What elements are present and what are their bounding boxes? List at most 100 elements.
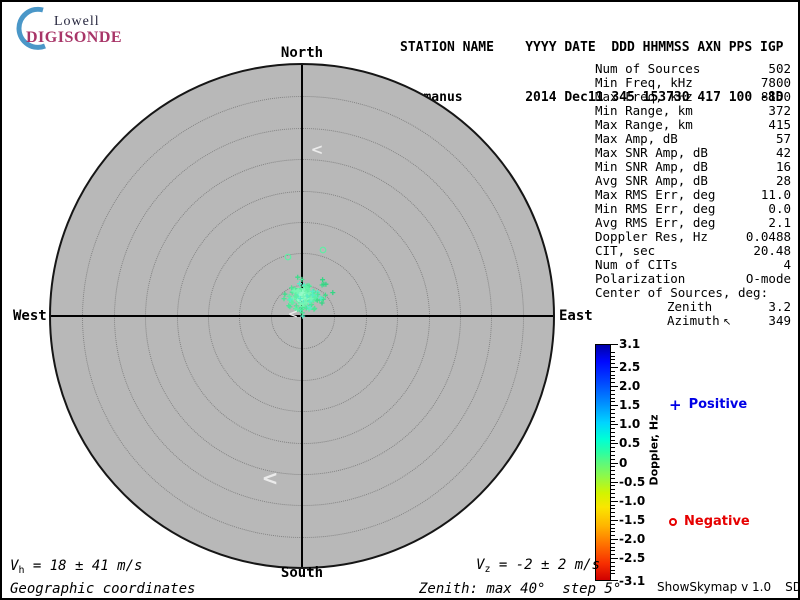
colorbar-minor-tick: [611, 351, 615, 353]
stats-row: Min SNR Amp, dB 16: [595, 160, 791, 174]
colorbar-minor-tick: [611, 420, 615, 422]
program-name: ShowSkymap v 1.0: [657, 580, 772, 594]
stats-row: Doppler Res, Hz 0.0488: [595, 230, 791, 244]
stat-label: Avg SNR Amp, dB: [595, 173, 708, 188]
colorbar-tick: [611, 405, 618, 407]
stat-label: Avg RMS Err, deg: [595, 215, 716, 230]
colorbar-tick-label: -2.0: [619, 532, 646, 546]
stats-row: Azimuth ↖ 349: [595, 314, 791, 330]
chevron-mark-icon: <: [310, 140, 324, 159]
stats-row: Zenith 3.2: [595, 300, 791, 314]
colorbar-minor-tick: [611, 428, 615, 430]
stat-label: Max Amp, dB: [595, 131, 678, 146]
colorbar-tick: [611, 462, 618, 464]
colorbar-minor-tick: [611, 397, 615, 399]
colorbar-tick: [611, 443, 618, 445]
colorbar-tick-label: 1.5: [619, 398, 641, 413]
colorbar-tick-label: -1.0: [619, 493, 646, 508]
colorbar-minor-tick: [611, 496, 615, 498]
plus-marker-icon: +: [669, 395, 682, 414]
colorbar-minor-tick: [611, 516, 615, 517]
colorbar-tick-label: 1.0: [619, 417, 641, 432]
stat-label: Azimuth ↖: [667, 313, 732, 329]
colorbar-minor-tick: [611, 565, 615, 567]
colorbar-minor-tick: [611, 512, 615, 514]
colorbar-minor-tick: [611, 378, 615, 380]
stat-value: 502: [768, 61, 791, 76]
stat-value: 11.0: [760, 187, 791, 202]
colorbar-minor-tick: [611, 546, 615, 548]
colorbar-minor-tick: [611, 439, 615, 441]
compass-label-north: North: [280, 45, 324, 61]
colorbar-minor-tick: [611, 359, 615, 361]
colorbar-tick-label: -0.5: [619, 474, 646, 489]
stats-row: Max Freq, kHz 8150: [595, 90, 791, 104]
stat-label: Min Range, km: [595, 103, 693, 118]
stat-label: Num of Sources: [595, 61, 701, 76]
stat-value: 0.0: [768, 201, 791, 216]
coordinate-system-text: Geographic coordinates: [10, 581, 196, 597]
colorbar-tick-label: 0.5: [619, 436, 641, 451]
stats-row: Min RMS Err, deg 0.0: [595, 202, 791, 216]
colorbar-minor-tick: [611, 412, 615, 414]
colorbar-minor-tick: [611, 454, 615, 456]
compass-label-east: East: [559, 308, 593, 324]
program-version: SD v 5.1: [785, 580, 798, 594]
colorbar-minor-tick: [611, 447, 615, 449]
colorbar-minor-tick: [611, 435, 615, 437]
stat-value: 372: [768, 103, 791, 118]
chevron-mark-icon: <: [261, 466, 279, 490]
colorbar-tick-label: 2.5: [619, 359, 641, 374]
header-columns-row: STATION NAME YYYY DATE DDD HHMMSS AXN PP…: [400, 40, 784, 55]
stats-row: Num of CITs 4: [595, 258, 791, 272]
compass-label-west: West: [13, 308, 47, 324]
colorbar-tick-label: 2.0: [619, 379, 641, 393]
stat-label: CIT, sec: [595, 243, 656, 258]
stat-label: Max RMS Err, deg: [595, 187, 716, 202]
colorbar-minor-tick: [611, 389, 615, 391]
stats-row: Min Freq, kHz 7800: [595, 76, 791, 90]
colorbar-minor-tick: [611, 409, 615, 410]
stat-value: 415: [768, 117, 791, 132]
colorbar-tick: [611, 366, 618, 368]
stat-label: Max Range, km: [595, 117, 693, 132]
colorbar-minor-tick: [611, 535, 615, 537]
colorbar-minor-tick: [611, 401, 615, 403]
stat-value: 349: [768, 313, 791, 328]
colorbar-minor-tick: [611, 485, 615, 487]
colorbar-tick-label: 0: [619, 455, 628, 470]
stats-row: Max RMS Err, deg 11.0: [595, 188, 791, 202]
stat-value: O-mode: [745, 271, 791, 286]
stat-label: Center of Sources, deg:: [595, 285, 769, 300]
logo-digisonde-text: DIGISONDE: [26, 29, 123, 46]
stat-label: Max Freq, kHz: [595, 89, 693, 104]
colorbar-minor-tick: [611, 470, 615, 472]
stat-label: Max SNR Amp, dB: [595, 145, 708, 160]
colorbar-tick-label: -1.5: [619, 512, 646, 527]
colorbar-minor-tick: [611, 431, 615, 433]
stat-value: 7800: [760, 75, 791, 90]
skymap-window: Lowell DIGISONDE STATION NAME YYYY DATE …: [0, 0, 800, 600]
azimuth-arrow-icon: ↖: [719, 317, 732, 328]
stats-row: CIT, sec 20.48: [595, 244, 791, 258]
horizontal-velocity-text: Vh = 18 ± 41 m/s: [10, 558, 143, 576]
compass-label-south: South: [280, 565, 324, 581]
colorbar-tick-label: -3.1: [619, 574, 646, 588]
colorbar-minor-tick: [611, 355, 615, 357]
colorbar-minor-tick: [611, 504, 615, 506]
stats-row: Avg SNR Amp, dB 28: [595, 174, 791, 188]
colorbar-minor-tick: [611, 550, 615, 552]
legend-negative-label: Negative: [684, 514, 750, 529]
circle-marker-icon: [669, 517, 677, 526]
stat-value: 28: [775, 173, 791, 188]
lowell-digisonde-logo: Lowell DIGISONDE: [10, 6, 140, 50]
colorbar-minor-tick: [611, 451, 615, 452]
stats-row: Max Range, km 415: [595, 118, 791, 132]
stats-row: Num of Sources 502: [595, 62, 791, 76]
colorbar-axis-label: Doppler, Hz: [647, 414, 661, 486]
colorbar-minor-tick: [611, 363, 615, 365]
zenith-range-text: Zenith: max 40° step 5°: [419, 581, 622, 597]
colorbar-minor-tick: [611, 393, 615, 395]
stat-label: Min Freq, kHz: [595, 75, 693, 90]
vertical-velocity-text: Vz = -2 ± 2 m/s: [476, 557, 601, 575]
